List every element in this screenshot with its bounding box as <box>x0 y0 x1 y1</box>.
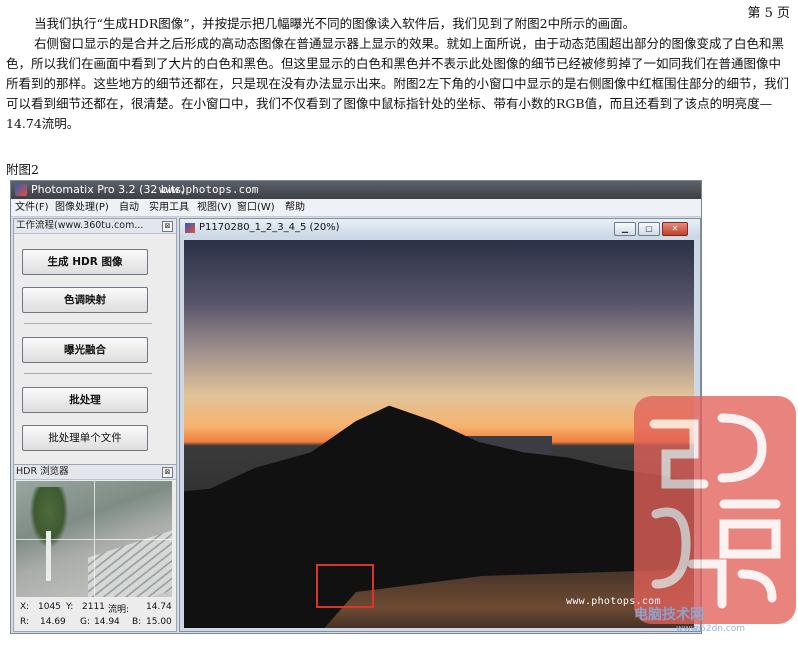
workflow-panel: 工作流程(www.360tu.com... ⊠ 生成 HDR 图像 色调映射 曝… <box>13 218 177 465</box>
close-icon[interactable]: ⊠ <box>162 221 173 232</box>
document-body: 当我们执行“生成HDR图像”，并按提示把几幅曝光不同的图像读入软件后，我们见到了… <box>6 14 790 134</box>
g-value: 14.94 <box>94 617 120 627</box>
y-label: Y: <box>66 602 74 612</box>
figure-caption: 附图2 <box>6 162 39 177</box>
menu-image-processing[interactable]: 图像处理(P) <box>55 199 109 216</box>
seal-stamp-icon <box>634 396 796 624</box>
image-window-title: P1170280_1_2_3_4_5 (20%) <box>199 222 340 233</box>
watermark-site-name: 电脑技术网 <box>634 607 704 623</box>
g-label: G: <box>80 617 91 627</box>
luminance-label: 流明: <box>108 605 130 615</box>
menu-help[interactable]: 帮助 <box>285 199 305 216</box>
image-window-titlebar: P1170280_1_2_3_4_5 (20%) ▁ ▢ ✕ <box>180 219 700 237</box>
generate-hdr-button[interactable]: 生成 HDR 图像 <box>22 249 148 275</box>
workflow-panel-title: 工作流程(www.360tu.com... <box>16 220 144 231</box>
b-value: 15.00 <box>146 617 172 627</box>
red-selection-box <box>316 564 374 608</box>
exposure-fusion-button[interactable]: 曝光融合 <box>22 337 148 363</box>
hdr-sunset-image[interactable] <box>184 240 694 628</box>
y-value: 2111 <box>82 602 105 612</box>
workflow-panel-header: 工作流程(www.360tu.com... ⊠ <box>14 219 176 234</box>
tone-mapping-button[interactable]: 色调映射 <box>22 287 148 313</box>
menu-file[interactable]: 文件(F) <box>15 199 49 216</box>
crosshair-icon <box>16 539 172 540</box>
batch-single-file-button[interactable]: 批处理单个文件 <box>22 425 148 451</box>
watermark-seal <box>632 394 798 626</box>
menu-automate[interactable]: 自动 <box>119 199 139 216</box>
image-document-icon <box>185 223 195 233</box>
menu-utilities[interactable]: 实用工具 <box>149 199 189 216</box>
menu-window[interactable]: 窗口(W) <box>237 199 275 216</box>
hdr-browser-panel: HDR 浏览器 ⊠ X: 1045 Y: 2111 流明: 14.74 R: 1… <box>13 464 177 632</box>
titlebar-site-url: www.photops.com <box>159 183 259 196</box>
batch-button[interactable]: 批处理 <box>22 387 148 413</box>
maximize-icon[interactable]: ▢ <box>638 222 660 236</box>
r-label: R: <box>20 617 30 627</box>
menu-bar: 文件(F) 图像处理(P) 自动 实用工具 视图(V) 窗口(W) 帮助 <box>11 199 701 217</box>
watermark-domain: www.52dn.com <box>676 624 746 634</box>
hdr-browser-title: HDR 浏览器 <box>16 466 69 477</box>
b-label: B: <box>132 617 142 627</box>
divider <box>24 373 152 374</box>
close-icon[interactable]: ⊠ <box>162 467 173 478</box>
r-value: 14.69 <box>40 617 66 627</box>
menu-view[interactable]: 视图(V) <box>197 199 232 216</box>
image-window: P1170280_1_2_3_4_5 (20%) ▁ ▢ ✕ <box>179 218 701 632</box>
photomatix-app-icon <box>15 184 27 196</box>
paragraph-2: 右侧窗口显示的是合并之后形成的高动态图像在普通显示器上显示的效果。就如上面所说，… <box>6 36 789 131</box>
hdr-detail-preview <box>16 481 172 597</box>
close-icon[interactable]: ✕ <box>662 222 688 236</box>
x-label: X: <box>20 602 30 612</box>
x-value: 1045 <box>38 602 61 612</box>
app-titlebar: Photomatix Pro 3.2 (32 bits) www.photops… <box>11 181 701 199</box>
paragraph-1: 当我们执行“生成HDR图像”，并按提示把几幅曝光不同的图像读入软件后，我们见到了… <box>34 16 636 31</box>
minimize-icon[interactable]: ▁ <box>614 222 636 236</box>
divider <box>24 323 152 324</box>
luminance-value: 14.74 <box>146 602 172 612</box>
photomatix-screenshot: Photomatix Pro 3.2 (32 bits) www.photops… <box>10 180 702 634</box>
hdr-browser-header: HDR 浏览器 ⊠ <box>14 465 176 480</box>
